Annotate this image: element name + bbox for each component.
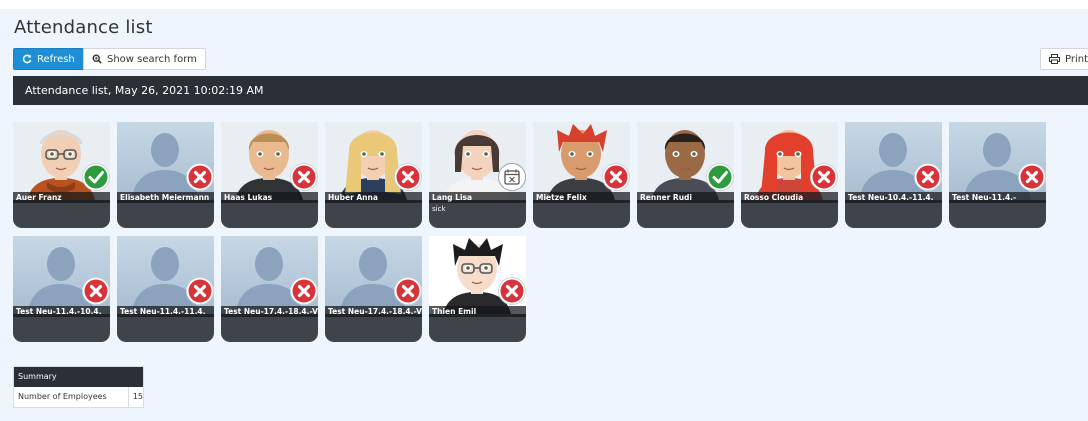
refresh-icon xyxy=(22,54,32,64)
employee-card[interactable]: Test Neu-17.4.-18.4.-V xyxy=(325,236,422,342)
search-icon xyxy=(92,54,102,64)
employee-card[interactable]: Haas Lukas xyxy=(221,122,318,228)
employee-name: Test Neu-10.4.-11.4. xyxy=(845,192,942,203)
employee-card[interactable]: Elisabeth Meiermann xyxy=(117,122,214,228)
summary-row: Number of Employees 15 xyxy=(14,387,143,407)
print-button[interactable]: Print xyxy=(1040,48,1088,70)
employee-name: Mietze Felix xyxy=(533,192,630,203)
employee-card[interactable]: Huber Anna xyxy=(325,122,422,228)
employee-name: Test Neu-11.4.- xyxy=(949,192,1046,203)
employee-card[interactable]: Auer Franz xyxy=(13,122,110,228)
summary-title: Summary xyxy=(14,367,143,387)
print-label: Print xyxy=(1065,53,1088,65)
employee-card[interactable]: Lang Lisa sick xyxy=(429,122,526,228)
employee-card[interactable]: Test Neu-11.4.-10.4. xyxy=(13,236,110,342)
employee-card[interactable]: Mietze Felix xyxy=(533,122,630,228)
employee-note: sick xyxy=(432,205,446,213)
employee-name: Rosso Cloudia xyxy=(741,192,838,203)
employee-name: Thien Emil xyxy=(429,306,526,317)
employee-card[interactable]: Test Neu-11.4.-11.4. xyxy=(117,236,214,342)
summary-row-value: 15 xyxy=(132,392,143,401)
search-label: Show search form xyxy=(107,53,197,65)
summary-row-label: Number of Employees xyxy=(14,387,129,407)
employee-card[interactable]: Rosso Cloudia xyxy=(741,122,838,228)
employee-name: Haas Lukas xyxy=(221,192,318,203)
app-container: Attendance list Refresh Show search form… xyxy=(0,9,1088,421)
employee-name: Elisabeth Meiermann xyxy=(117,192,214,203)
employee-name: Test Neu-11.4.-10.4. xyxy=(13,306,110,317)
summary-table: Summary Number of Employees 15 xyxy=(13,366,144,408)
employee-card[interactable]: Thien Emil xyxy=(429,236,526,342)
show-search-form-button[interactable]: Show search form xyxy=(83,48,206,70)
employee-name: Test Neu-17.4.-18.4.-V xyxy=(221,306,318,317)
employee-card[interactable]: Test Neu-10.4.-11.4. xyxy=(845,122,942,228)
employee-card[interactable]: Test Neu-11.4.- xyxy=(949,122,1046,228)
employee-name: Auer Franz xyxy=(13,192,110,203)
employee-name: Test Neu-11.4.-11.4. xyxy=(117,306,214,317)
employee-name: Huber Anna xyxy=(325,192,422,203)
employee-name: Lang Lisa xyxy=(429,192,526,203)
employee-name: Test Neu-17.4.-18.4.-V xyxy=(325,306,422,317)
refresh-button[interactable]: Refresh xyxy=(13,48,84,70)
employee-name: Renner Rudi xyxy=(637,192,734,203)
refresh-label: Refresh xyxy=(37,53,75,65)
attendance-list-header: Attendance list, May 26, 2021 10:02:19 A… xyxy=(13,76,1088,105)
printer-icon xyxy=(1049,54,1060,64)
employee-card[interactable]: Test Neu-17.4.-18.4.-V xyxy=(221,236,318,342)
employee-card[interactable]: Renner Rudi xyxy=(637,122,734,228)
page-title: Attendance list xyxy=(14,17,153,38)
